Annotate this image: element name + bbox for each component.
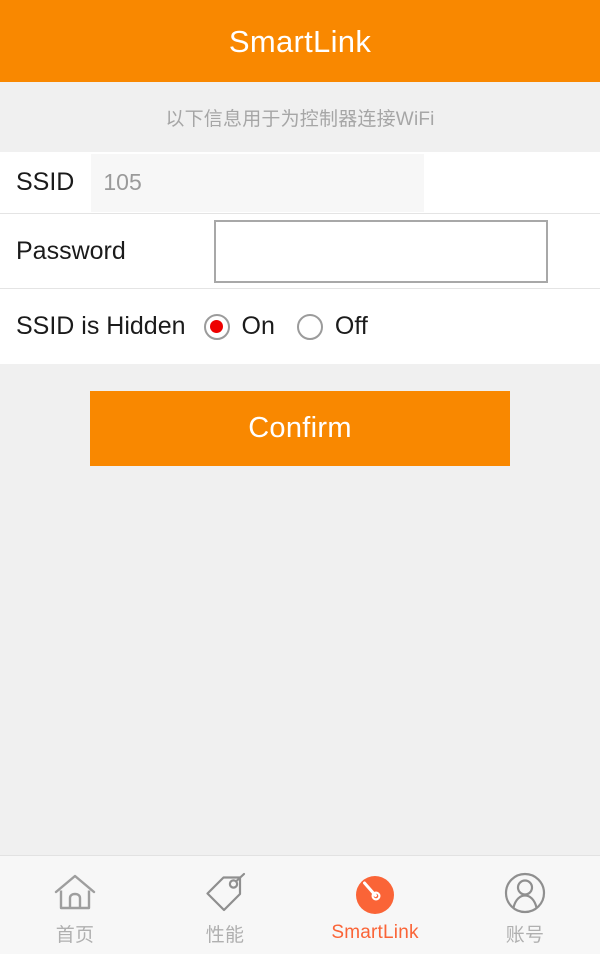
confirm-button[interactable]: Confirm [90,391,510,466]
radio-option-off[interactable]: Off [296,312,368,341]
password-label: Password [16,236,126,265]
page-title: SmartLink [228,23,372,59]
content-area: Confirm [0,364,600,855]
bottom-navigation: 首页 性能 SmartLink 账号 [0,855,600,954]
person-icon [502,868,548,918]
hint-band: 以下信息用于为控制器连接WiFi [0,82,600,152]
ssid-hidden-row: SSID is Hidden On Off [0,289,600,364]
nav-label-performance: 性能 [205,924,245,946]
radio-off-label: Off [334,312,368,340]
nav-item-account[interactable]: 账号 [450,856,600,954]
radio-off-icon [296,313,323,340]
wifi-form: SSID Password SSID is Hidden On Off [0,152,600,364]
ssid-row: SSID [0,152,600,214]
tag-icon [202,868,248,918]
nav-label-account: 账号 [505,924,545,946]
app-root: SmartLink 以下信息用于为控制器连接WiFi SSID Password… [0,0,600,954]
radio-on-icon [203,313,230,340]
ssid-label: SSID [16,168,75,196]
password-row: Password [0,214,600,289]
ssid-hidden-radio-group: On Off [203,312,368,341]
radio-on-label: On [241,312,275,340]
nav-label-home: 首页 [55,924,95,946]
home-icon [52,868,98,918]
password-input[interactable] [213,219,548,283]
hint-text: 以下信息用于为控制器连接WiFi [165,108,435,130]
nav-item-smartlink[interactable]: SmartLink [300,856,450,954]
nav-label-smartlink: SmartLink [331,922,419,943]
ssid-hidden-label: SSID is Hidden [16,312,186,340]
gauge-icon [352,870,398,920]
radio-option-on[interactable]: On [203,312,275,341]
app-header: SmartLink [0,0,600,82]
nav-item-home[interactable]: 首页 [0,856,150,954]
nav-item-performance[interactable]: 性能 [150,856,300,954]
ssid-input[interactable] [91,153,425,212]
